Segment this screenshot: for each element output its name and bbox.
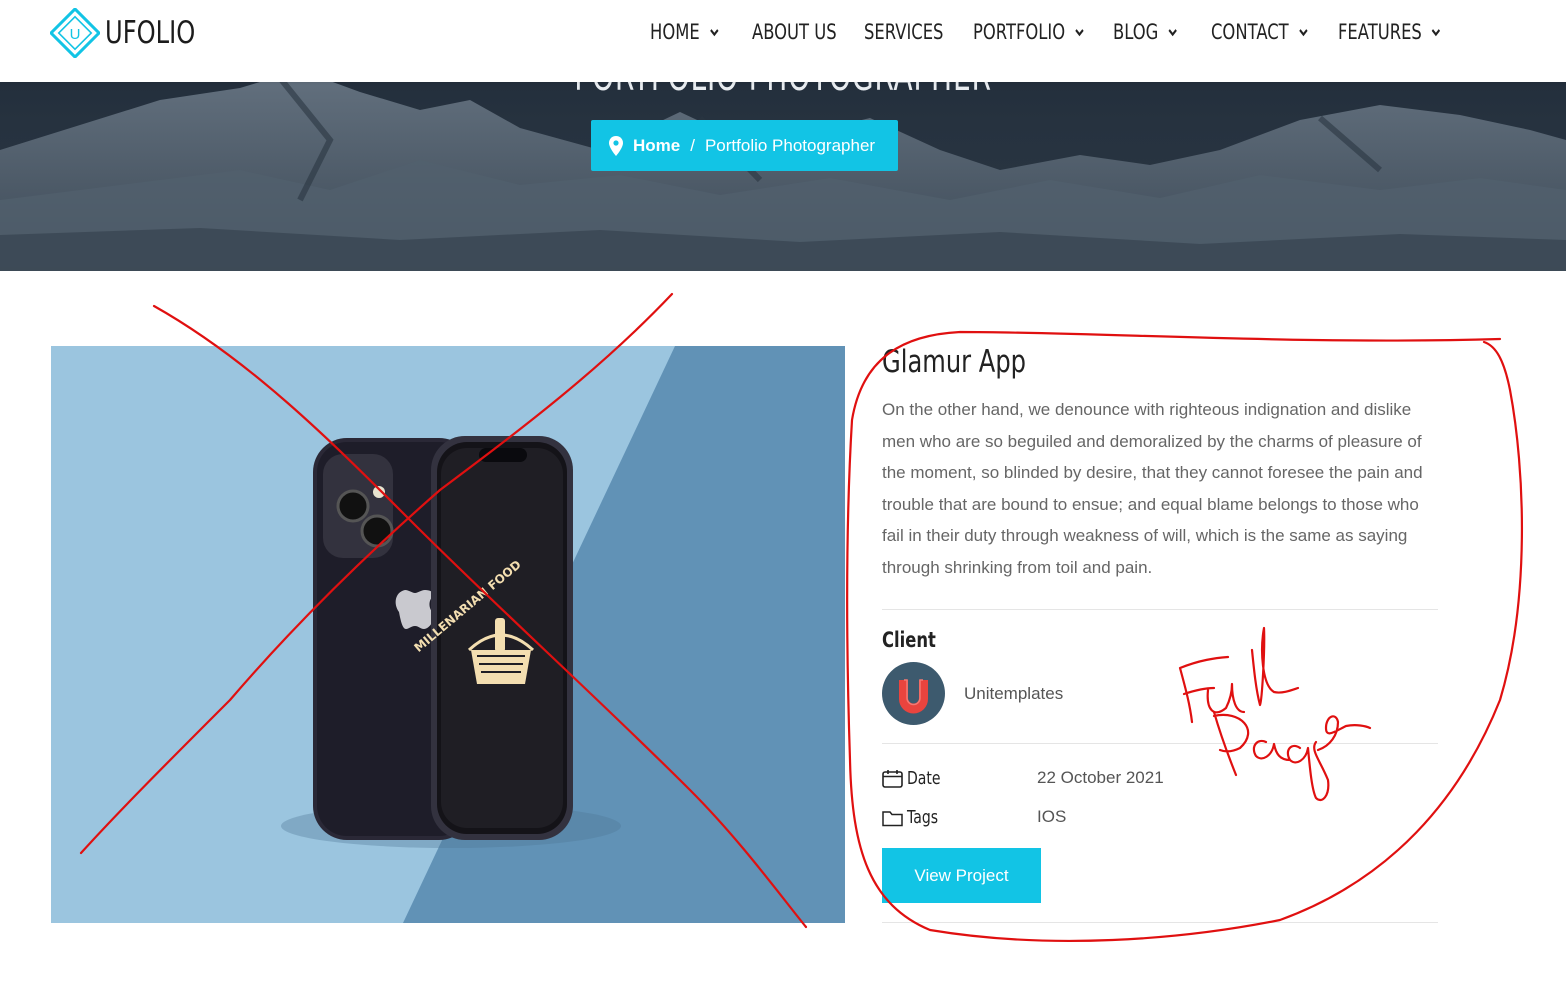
view-project-button[interactable]: View Project (882, 848, 1041, 903)
project-image: MILLENARIAN FOOD (51, 346, 845, 923)
nav-item-blog[interactable]: BLOG (1113, 20, 1178, 44)
tags-value[interactable]: IOS (1037, 807, 1066, 827)
divider (882, 922, 1438, 923)
divider (882, 609, 1438, 610)
client-name: Unitemplates (964, 683, 1064, 703)
nav-item-services[interactable]: SERVICES (864, 20, 943, 44)
logo-diamond-icon: U (50, 8, 100, 58)
date-row: Date 22 October 2021 (882, 766, 1438, 790)
tags-label: Tags (907, 806, 939, 828)
chevron-down-icon (1075, 28, 1084, 36)
breadcrumb: Home / Portfolio Photographer (591, 120, 898, 171)
logo-wordmark: UFOLIO (105, 15, 196, 51)
nav-item-home[interactable]: HOME (650, 20, 719, 44)
nav-item-features[interactable]: FEATURES (1338, 20, 1441, 44)
project-title: Glamur App (882, 344, 1027, 380)
date-label: Date (907, 767, 941, 789)
chevron-down-icon (1168, 28, 1177, 36)
site-header: U UFOLIO HOME ABOUT US SERVICES PORTFOLI… (0, 0, 1566, 82)
folder-icon (882, 810, 903, 826)
client-row: Unitemplates (882, 662, 1438, 725)
chevron-down-icon (1298, 28, 1308, 36)
nav-item-contact[interactable]: CONTACT (1211, 20, 1308, 44)
phone-mockup-image: MILLENARIAN FOOD (281, 346, 845, 923)
divider (882, 743, 1438, 744)
date-value: 22 October 2021 (1037, 768, 1164, 787)
chevron-down-icon (709, 28, 719, 36)
project-details: Glamur App On the other hand, we denounc… (882, 340, 1438, 923)
site-logo[interactable]: U UFOLIO (50, 8, 221, 58)
breadcrumb-separator: / (690, 135, 695, 155)
calendar-icon (882, 769, 903, 788)
nav-item-portfolio[interactable]: PORTFOLIO (973, 20, 1085, 44)
breadcrumb-home-link[interactable]: Home (633, 136, 680, 156)
chevron-down-icon (1432, 28, 1441, 36)
nav-item-about-us[interactable]: ABOUT US (752, 20, 837, 44)
breadcrumb-current: Portfolio Photographer (704, 135, 876, 155)
svg-text:U: U (70, 26, 81, 43)
tags-row: Tags IOS (882, 805, 1438, 829)
client-avatar (882, 662, 945, 725)
location-pin-icon (609, 135, 623, 156)
project-description: On the other hand, we denounce with righ… (882, 400, 1423, 577)
client-heading: Client (882, 628, 936, 652)
